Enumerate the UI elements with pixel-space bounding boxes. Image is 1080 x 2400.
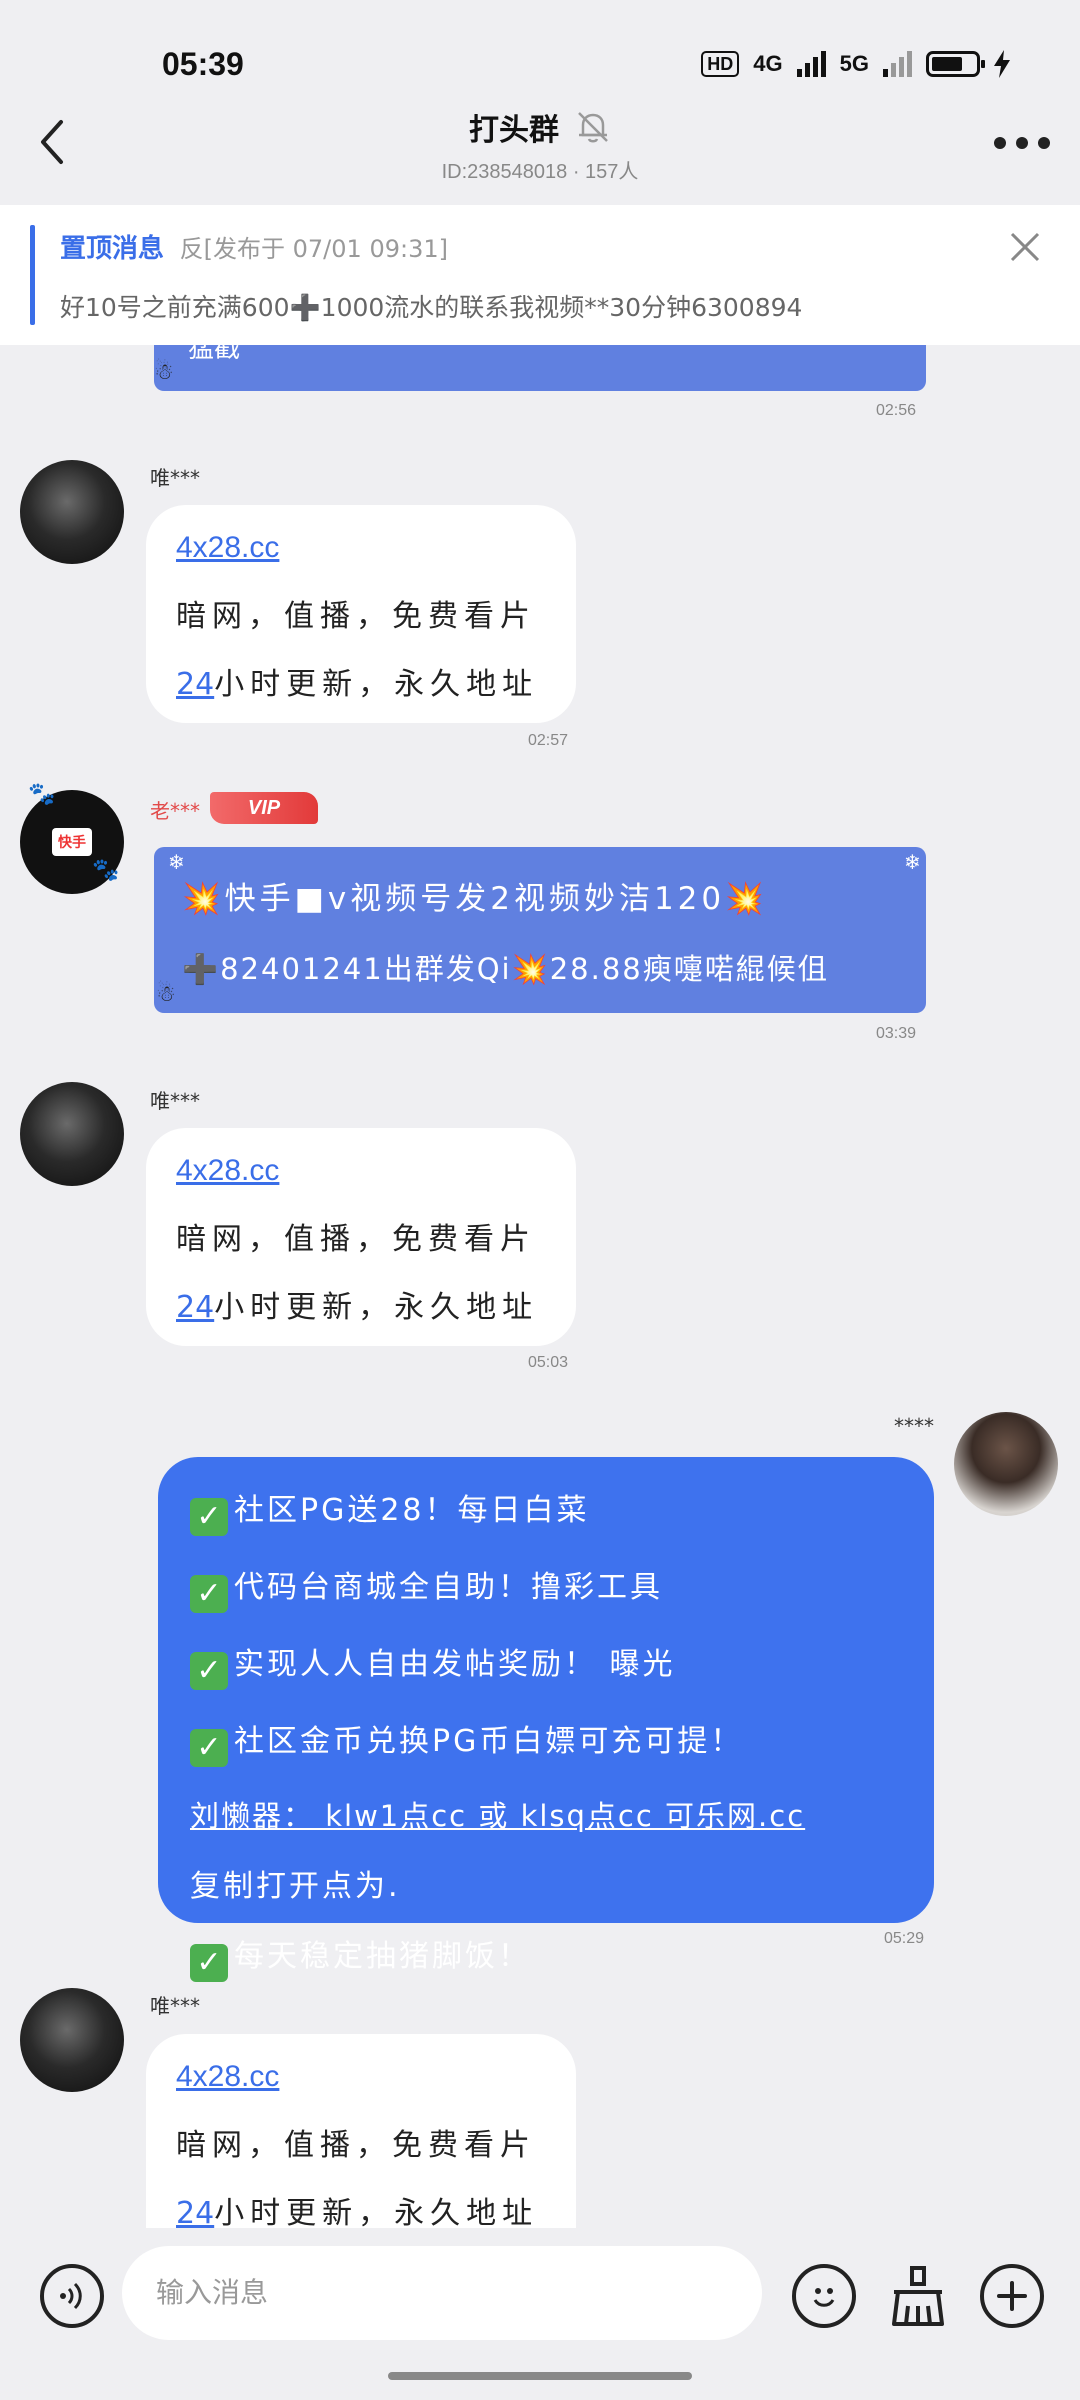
- clean-button[interactable]: [886, 2262, 950, 2330]
- home-indicator[interactable]: [388, 2372, 692, 2380]
- chat-subtitle: ID:238548018 · 157人: [441, 161, 639, 183]
- check-icon: ✓: [190, 1944, 228, 1982]
- pinned-indicator: [30, 225, 35, 325]
- avatar[interactable]: [20, 1988, 124, 2092]
- message-input[interactable]: 输入消息: [122, 2246, 762, 2340]
- close-icon[interactable]: [1008, 230, 1042, 264]
- check-icon: ✓: [190, 1498, 228, 1536]
- promo-line: 💥快手■v视频号发2视频妙洁120💥: [182, 881, 768, 917]
- bell-icon[interactable]: [575, 109, 611, 145]
- pinned-header: 置顶消息 反[发布于 07/01 09:31]: [60, 228, 448, 265]
- message-link[interactable]: 4x28.cc: [176, 531, 546, 565]
- message-number: 24: [176, 2196, 215, 2231]
- sender-name[interactable]: 唯***: [150, 1990, 200, 2019]
- broom-icon: [892, 2266, 944, 2326]
- avatar-label: 快手: [52, 828, 92, 856]
- pinned-meta: 反[发布于 07/01 09:31]: [179, 235, 448, 263]
- check-icon: ✓: [190, 1575, 228, 1613]
- snowman-icon: ☃: [156, 982, 176, 1007]
- message-number: 24: [176, 667, 215, 702]
- add-button[interactable]: [980, 2264, 1044, 2328]
- avatar[interactable]: [20, 460, 124, 564]
- my-avatar[interactable]: [954, 1412, 1058, 1516]
- status-icons: HD 4G 5G: [701, 50, 1010, 78]
- network-4g: 4G: [753, 51, 783, 76]
- check-icon: ✓: [190, 1729, 228, 1767]
- message-line: 代码台商城全自助！撸彩工具: [234, 1570, 663, 1605]
- message-time: 05:29: [884, 1930, 925, 1947]
- message-bubble[interactable]: 4x28.cc 暗网，值播，免费看片 24小时更新，永久地址: [146, 1128, 576, 1346]
- check-icon: ✓: [190, 1652, 228, 1690]
- message-line: 每天稳定抽猪脚饭！: [234, 1939, 531, 1974]
- promo-line: ➕82401241出群发Qi💥28.88瘐嚏喏緄候伹: [182, 952, 829, 986]
- chat-title: 打头群: [469, 113, 559, 148]
- message-line: 暗网，值播，免费看片: [176, 1222, 536, 1257]
- message-link-line[interactable]: 刘懒器： klw1点cc 或 klsq点cc 可乐网.cc: [190, 1793, 902, 1835]
- hd-badge: HD: [701, 51, 740, 77]
- message-link[interactable]: 4x28.cc: [176, 1154, 546, 1188]
- snowflake-icon: ❄: [904, 850, 921, 874]
- avatar[interactable]: [20, 1082, 124, 1186]
- snowflake-icon: ❄: [168, 850, 185, 874]
- message-bubble-partial[interactable]: 猛戳: [154, 345, 926, 391]
- message-bubble[interactable]: 4x28.cc 暗网，值播，免费看片 24小时更新，永久地址: [146, 2034, 576, 2252]
- message-time: 02:57: [528, 732, 569, 749]
- status-time: 05:39: [162, 46, 244, 82]
- message-line: 暗网，值播，免费看片: [176, 2128, 536, 2163]
- voice-button[interactable]: [40, 2264, 104, 2328]
- message-bubble[interactable]: 4x28.cc 暗网，值播，免费看片 24小时更新，永久地址: [146, 505, 576, 723]
- pinned-label: 置顶消息: [60, 234, 165, 264]
- pinned-message-panel[interactable]: [0, 205, 1080, 345]
- message-line: 暗网，值播，免费看片: [176, 599, 536, 634]
- my-message-bubble[interactable]: ✓ 社区PG送28！每日白菜 ✓ 代码台商城全自助！撸彩工具 ✓ 实现人人自由发帖奖励…: [158, 1457, 934, 1982]
- sender-name[interactable]: 唯***: [150, 462, 200, 491]
- sender-name: ****: [894, 1414, 934, 1438]
- charging-icon: [994, 50, 1010, 78]
- sender-name[interactable]: 唯***: [150, 1085, 200, 1114]
- message-time: 05:03: [528, 1354, 569, 1371]
- sender-name[interactable]: 老***: [150, 795, 200, 824]
- emoji-icon: [813, 2288, 835, 2307]
- message-time: 02:56: [876, 402, 917, 419]
- network-5g: 5G: [839, 51, 869, 76]
- signal-icon-2: [883, 51, 912, 77]
- message-line: 社区金币兑换PG币白嫖可充可提！: [234, 1724, 744, 1759]
- paw-icon: 🐾: [28, 782, 56, 807]
- message-line: 社区PG送28！每日白菜: [234, 1493, 590, 1528]
- partial-text: 猛戳: [188, 345, 241, 364]
- battery-icon: [926, 51, 985, 77]
- paw-icon: 🐾: [92, 858, 120, 883]
- message-line: 复制打开点为.: [190, 1869, 401, 1904]
- signal-icon: [796, 51, 826, 77]
- snowman-icon: ☃: [154, 360, 174, 385]
- message-bubble-promo[interactable]: 💥快手■v视频号发2视频妙洁120💥 ➕82401241出群发Qi💥28.88瘐…: [154, 847, 926, 1013]
- emoji-button[interactable]: [792, 2264, 856, 2328]
- message-line: 小时更新，永久地址: [214, 667, 539, 702]
- message-number: 24: [176, 1290, 215, 1325]
- plus-icon: [997, 2281, 1027, 2311]
- more-menu-button[interactable]: [994, 128, 1050, 158]
- message-line: 实现人人自由发帖奖励！ 曝光: [234, 1647, 676, 1682]
- chat-title-row: 打头群: [0, 105, 1080, 149]
- message-time: 03:39: [876, 1025, 917, 1042]
- vip-badge: VIP: [210, 792, 318, 824]
- message-link[interactable]: 4x28.cc: [176, 2060, 546, 2094]
- message-line: 小时更新，永久地址: [214, 2196, 539, 2231]
- vip-label: VIP: [247, 797, 281, 819]
- pinned-text: 好10号之前充满600➕1000流水的联系我视频**30分钟6300894: [60, 293, 803, 322]
- voice-icon: [60, 2282, 82, 2310]
- message-line: 小时更新，永久地址: [214, 1290, 539, 1325]
